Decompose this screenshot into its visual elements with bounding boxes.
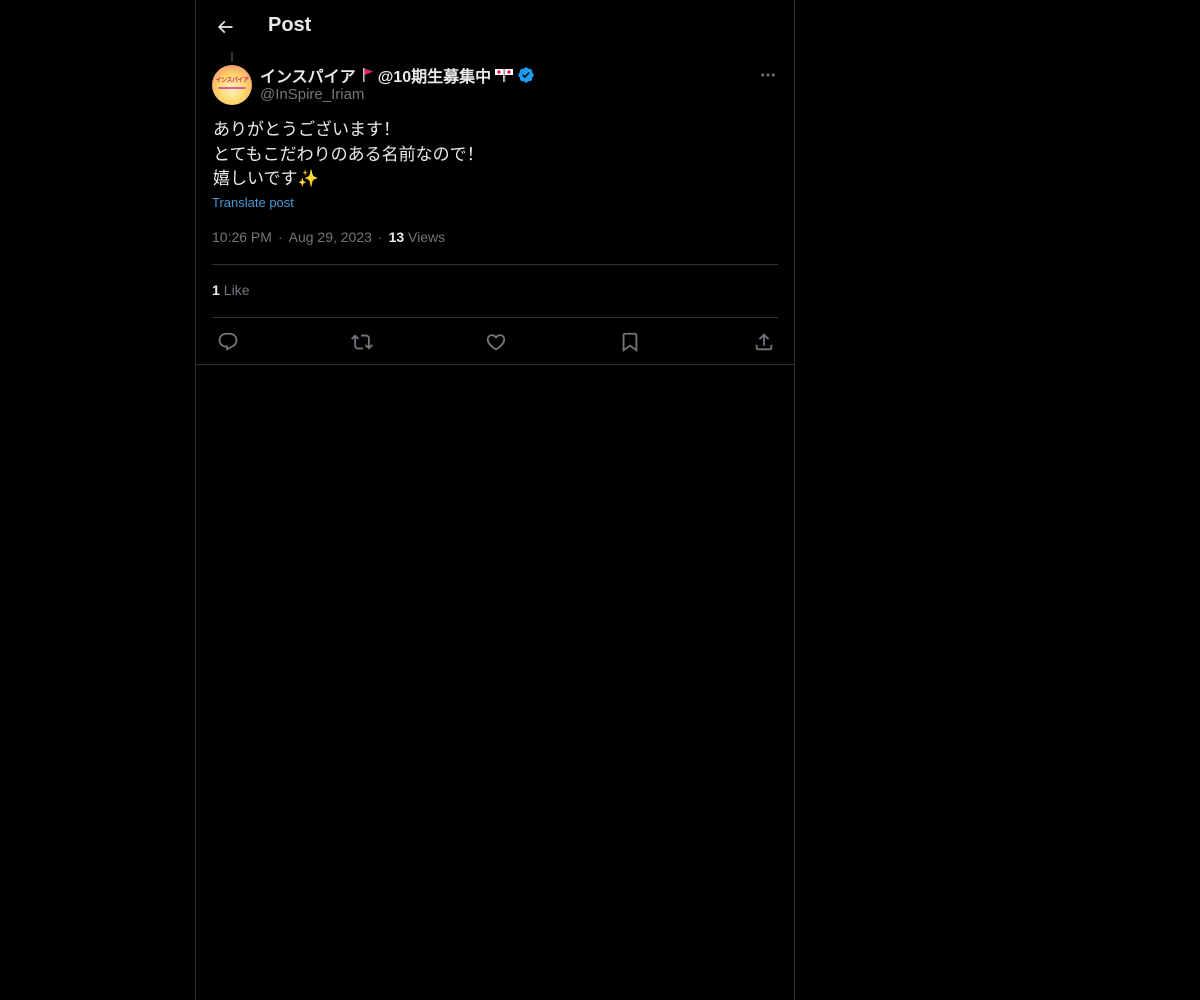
repost-icon	[351, 331, 373, 353]
japan-flags-icon	[494, 67, 514, 83]
author-handle[interactable]: @InSpire_Iriam	[260, 86, 364, 103]
views-count: 13	[388, 229, 405, 245]
more-options-button[interactable]	[756, 64, 780, 86]
post-detail-column: Post インスパイア インスパイア @10期生募集中 @InSpire_Iri…	[195, 0, 795, 1000]
page-title: Post	[268, 14, 312, 36]
heart-icon	[485, 331, 507, 353]
avatar-logo-underline	[218, 87, 246, 89]
share-icon	[753, 331, 775, 353]
translate-post-link[interactable]: Translate post	[212, 195, 294, 210]
author-name-row[interactable]: インスパイア @10期生募集中	[260, 64, 535, 86]
like-button[interactable]	[482, 328, 510, 356]
divider	[212, 264, 778, 265]
post-meta: 10:26 PM · Aug 29, 2023 · 13 Views	[212, 229, 445, 245]
post-date[interactable]: Aug 29, 2023	[289, 229, 372, 245]
post-body: ありがとうございます！ とてもこだわりのある名前なので！ 嬉しいです✨	[213, 118, 773, 192]
separator-dot: ·	[277, 229, 283, 245]
author-name: インスパイア	[260, 69, 356, 86]
red-flag-icon	[361, 67, 375, 83]
share-button[interactable]	[750, 328, 778, 356]
verified-badge-icon	[517, 66, 535, 84]
post-time[interactable]: 10:26 PM	[212, 229, 272, 245]
bookmark-icon	[619, 331, 641, 353]
author-name-suffix: @10期生募集中	[377, 69, 492, 86]
back-button[interactable]	[208, 10, 242, 44]
separator-dot: ·	[377, 229, 383, 245]
thread-connector-line	[231, 52, 233, 62]
repost-button[interactable]	[348, 328, 376, 356]
bookmark-button[interactable]	[616, 328, 644, 356]
avatar[interactable]: インスパイア	[212, 65, 252, 105]
likes-label: Like	[223, 282, 250, 298]
post-body-line: 嬉しいです✨	[213, 169, 319, 189]
post-header: Post	[196, 0, 794, 53]
avatar-logo-text: インスパイア	[215, 78, 249, 84]
ellipsis-icon	[759, 66, 777, 84]
reply-button[interactable]	[214, 328, 242, 356]
arrow-left-icon	[215, 17, 235, 37]
post-bottom-border	[196, 364, 794, 365]
post-body-line: とてもこだわりのある名前なので！	[213, 144, 484, 165]
likes-count: 1	[212, 282, 220, 298]
likes-link[interactable]: 1 Like	[212, 282, 249, 298]
post-body-line: ありがとうございます！	[213, 120, 400, 140]
views-label: Views	[408, 229, 446, 245]
divider	[212, 317, 778, 318]
reply-icon	[217, 331, 239, 353]
